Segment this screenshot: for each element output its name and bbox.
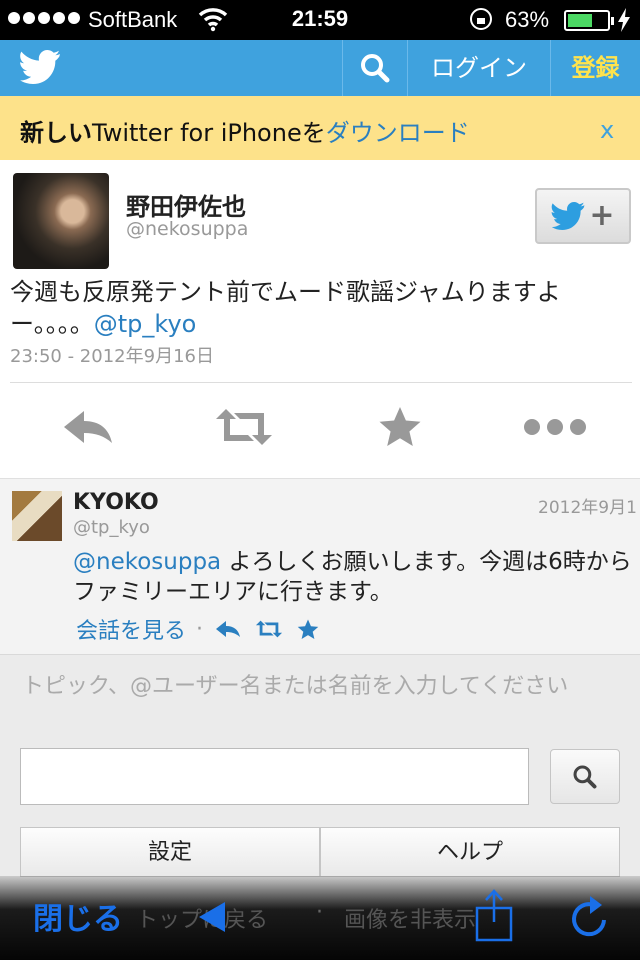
orientation-lock-icon — [470, 8, 492, 30]
avatar[interactable] — [13, 173, 109, 269]
reply-actions: 会話を見る · — [76, 613, 333, 645]
retweet-mini-button[interactable] — [255, 619, 283, 639]
hide-images-link[interactable]: 画像を非表示 — [344, 902, 476, 934]
reply-author-handle[interactable]: @tp_kyo — [73, 517, 150, 538]
reply-button[interactable] — [60, 405, 116, 449]
tweet-body: 今週も反原発テント前でムード歌謡ジャムりますよー。。。。 — [10, 278, 561, 338]
twitter-bird-icon — [552, 202, 585, 230]
search-icon — [573, 765, 597, 788]
separator-dot: · — [196, 616, 204, 642]
search-hint: トピック、@ユーザー名または名前を入力してください — [22, 674, 569, 699]
browser-toolbar: トップに戻る · 画像を非表示 閉じる — [0, 876, 640, 960]
close-button[interactable]: 閉じる — [33, 894, 123, 938]
reply-date: 2012年9月1 — [538, 498, 637, 518]
login-button[interactable]: ログイン — [408, 40, 550, 96]
banner-text-plain: Twitter for iPhoneを — [92, 119, 326, 147]
separator-dot: · — [316, 900, 323, 925]
tweet-mention-link[interactable]: @tp_kyo — [94, 310, 197, 338]
avatar[interactable] — [12, 491, 62, 541]
battery-percent: 63% — [505, 7, 550, 32]
retweet-icon — [216, 409, 272, 445]
banner-download-link[interactable]: ダウンロード — [326, 119, 470, 147]
twitter-bird-icon[interactable] — [20, 50, 60, 84]
tweet-author-handle[interactable]: @nekosuppa — [126, 218, 248, 240]
favorite-icon — [379, 407, 421, 446]
charging-icon — [618, 8, 630, 32]
battery-icon — [564, 10, 614, 31]
app-header: ログイン 登録 — [0, 40, 640, 96]
reply-icon — [64, 411, 112, 443]
tweet-author-name[interactable]: 野田伊佐也 — [126, 187, 246, 222]
banner-text[interactable]: 新しいTwitter for iPhoneをダウンロード — [20, 113, 470, 148]
view-conversation-link[interactable]: 会話を見る — [76, 613, 186, 645]
reply-mention-link[interactable]: @nekosuppa — [73, 549, 221, 575]
header-search-button[interactable] — [343, 40, 407, 96]
reply-author-name[interactable]: KYOKO — [73, 490, 159, 515]
reply-mini-button[interactable] — [215, 620, 241, 638]
more-icon — [524, 419, 586, 435]
search-submit-button[interactable] — [550, 749, 620, 804]
search-input[interactable] — [20, 748, 529, 805]
main-tweet: 野田伊佐也 @nekosuppa + 今週も反原発テント前でムード歌謡ジャムりま… — [0, 160, 640, 478]
follow-plus-icon: + — [589, 198, 615, 233]
search-icon — [361, 54, 390, 83]
follow-button[interactable]: + — [535, 188, 631, 244]
share-icon[interactable] — [473, 888, 515, 942]
download-banner: 新しいTwitter for iPhoneをダウンロード x — [0, 96, 640, 160]
tweet-text: 今週も反原発テント前でムード歌謡ジャムりますよー。。。。@tp_kyo — [10, 276, 632, 340]
favorite-mini-button[interactable] — [297, 619, 319, 640]
favorite-button[interactable] — [376, 405, 424, 449]
help-button[interactable]: ヘルプ — [320, 827, 620, 877]
back-arrow-icon[interactable] — [197, 900, 227, 934]
retweet-icon — [255, 620, 283, 638]
reply-text: @nekosuppa よろしくお願いします。今週は6時からファミリーエリアに行き… — [73, 547, 633, 607]
settings-button[interactable]: 設定 — [20, 827, 320, 877]
retweet-button[interactable] — [212, 405, 276, 449]
reply-icon — [216, 621, 241, 637]
banner-text-bold: 新しい — [20, 119, 92, 147]
reply-tweet: KYOKO @tp_kyo 2012年9月1 @nekosuppa よろしくお願… — [0, 478, 640, 654]
reload-icon[interactable] — [568, 894, 612, 940]
tweet-timestamp[interactable]: 23:50 - 2012年9月16日 — [10, 342, 214, 368]
status-bar: SoftBank 21:59 63% — [0, 0, 640, 40]
signup-button[interactable]: 登録 — [551, 40, 640, 96]
favorite-icon — [297, 619, 319, 639]
banner-close-button[interactable]: x — [600, 116, 614, 144]
divider — [10, 382, 632, 383]
more-button[interactable] — [520, 405, 590, 449]
